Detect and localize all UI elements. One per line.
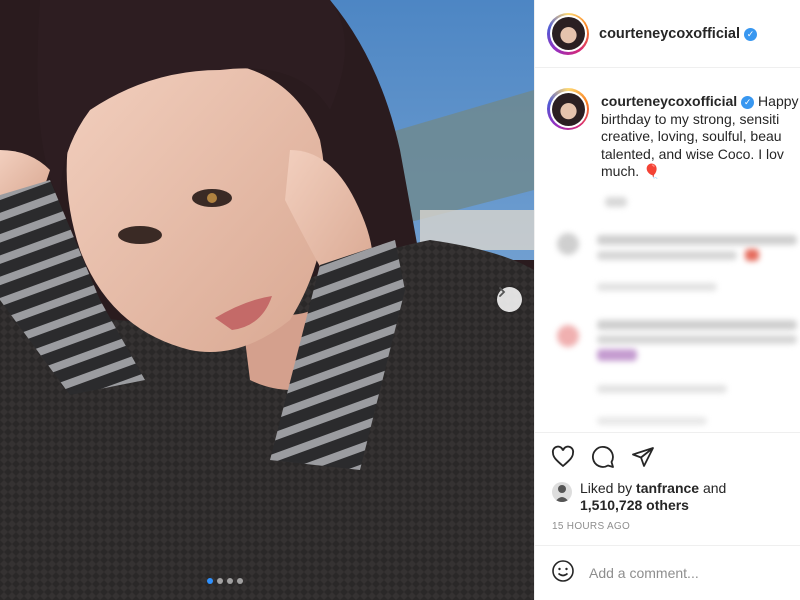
caption-line: birthday to my strong, sensiti	[601, 110, 780, 127]
likes-count[interactable]: 1,510,728 others	[580, 497, 689, 513]
emoji-button[interactable]	[551, 559, 575, 588]
caption-line: Happy	[758, 93, 799, 109]
liker-username[interactable]: tanfrance	[636, 480, 699, 496]
chevron-right-icon	[499, 287, 506, 297]
likes-summary: Liked by tanfrance and 1,510,728 others	[552, 480, 726, 514]
smiley-icon	[552, 559, 574, 582]
caption-username[interactable]: courteneycoxofficial	[601, 93, 737, 109]
blurred-comments	[535, 185, 800, 430]
heart-icon	[551, 445, 575, 468]
avatar[interactable]	[547, 12, 589, 55]
post-header: courteneycoxofficial ✓	[535, 0, 800, 68]
comment-bar	[535, 545, 800, 600]
verified-badge-icon: ✓	[741, 96, 755, 109]
comment-icon	[592, 446, 614, 468]
person-icon	[555, 485, 569, 502]
next-photo-button[interactable]	[497, 287, 522, 312]
caption-text: courteneycoxofficial ✓ Happy birthday to …	[601, 93, 800, 181]
share-button[interactable]	[631, 445, 655, 469]
post-actions	[535, 432, 800, 469]
post-caption: courteneycoxofficial ✓ Happy birthday to …	[547, 88, 800, 181]
verified-badge-icon: ✓	[744, 27, 758, 41]
carousel-dot	[217, 578, 223, 584]
carousel-dot	[237, 578, 243, 584]
caption-line: creative, loving, soulful, beau	[601, 128, 782, 144]
post-timestamp[interactable]: 15 HOURS AGO	[552, 521, 630, 532]
post-side-panel: courteneycoxofficial ✓ courteneycoxoffici…	[534, 0, 800, 600]
portrait-image	[0, 0, 534, 600]
share-icon	[632, 447, 654, 467]
caption-line: talented, and wise Coco. I lov	[601, 145, 784, 162]
caption-avatar[interactable]	[547, 88, 589, 130]
carousel-indicator	[207, 578, 243, 584]
post-photo[interactable]	[0, 0, 534, 600]
carousel-dot	[227, 578, 233, 584]
comment-button[interactable]	[591, 445, 615, 469]
liker-avatar[interactable]	[552, 482, 572, 502]
likes-text: Liked by tanfrance and 1,510,728 others	[580, 480, 727, 513]
like-button[interactable]	[551, 445, 575, 469]
comment-input[interactable]	[589, 565, 789, 581]
carousel-dot	[207, 578, 213, 584]
balloon-emoji-icon: 🎈	[643, 163, 661, 179]
header-username[interactable]: courteneycoxofficial ✓	[599, 26, 758, 42]
caption-line: much.	[601, 163, 640, 179]
